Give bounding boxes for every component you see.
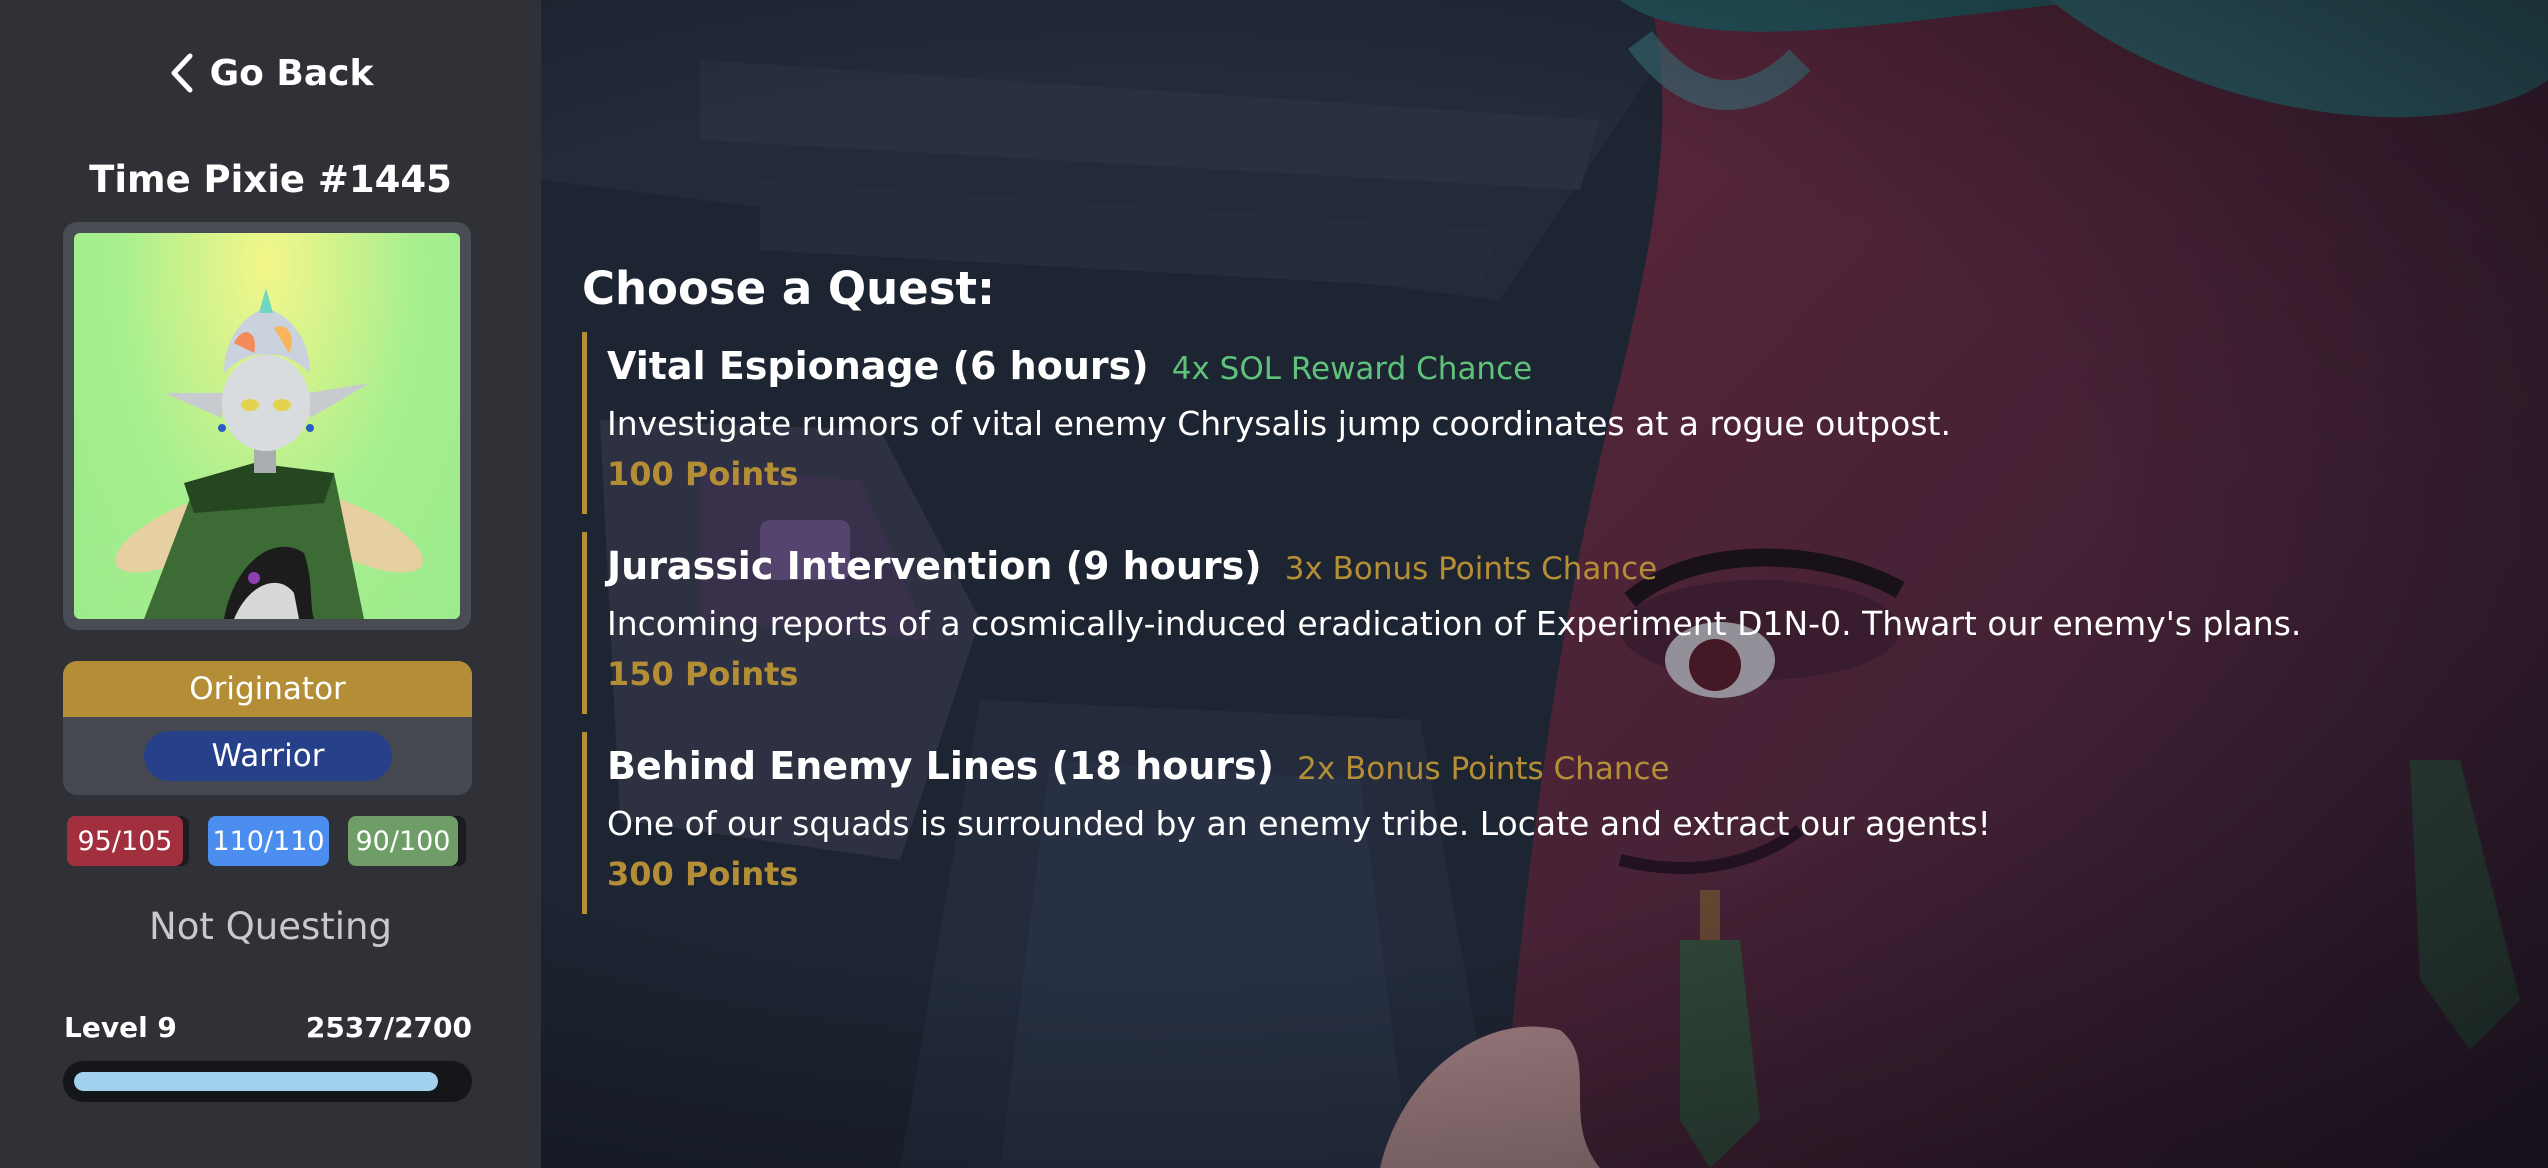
- class-badge: Warrior: [144, 731, 392, 781]
- nft-name: Time Pixie #1445: [89, 158, 452, 201]
- stamina-stat: 90/100: [348, 816, 458, 866]
- quest-points: 100 Points: [607, 455, 799, 493]
- quest-points: 300 Points: [607, 855, 799, 893]
- quest-description: One of our squads is surrounded by an en…: [607, 804, 1991, 843]
- nft-portrait-frame: [63, 222, 471, 630]
- class-box: Originator Warrior: [63, 661, 472, 795]
- quest-option[interactable]: Vital Espionage (6 hours) 4x SOL Reward …: [582, 332, 2287, 514]
- xp-progress-fill: [74, 1072, 438, 1091]
- quest-option[interactable]: Jurassic Intervention (9 hours) 3x Bonus…: [582, 532, 2301, 714]
- quest-status: Not Questing: [149, 905, 392, 948]
- quest-heading: Choose a Quest:: [582, 262, 995, 315]
- mana-stat: 110/110: [208, 816, 329, 866]
- level-label: Level 9: [64, 1011, 177, 1044]
- quest-bonus: 3x Bonus Points Chance: [1284, 551, 1658, 587]
- quest-bonus: 2x Bonus Points Chance: [1297, 751, 1670, 787]
- chevron-left-icon: [171, 53, 193, 93]
- quest-title: Behind Enemy Lines (18 hours): [607, 744, 1275, 788]
- quest-description: Incoming reports of a cosmically-induced…: [607, 604, 2302, 643]
- health-stat: 95/105: [67, 816, 183, 866]
- quest-title: Vital Espionage (6 hours): [607, 344, 1149, 388]
- quest-title: Jurassic Intervention (9 hours): [607, 544, 1262, 588]
- quest-option[interactable]: Behind Enemy Lines (18 hours) 2x Bonus P…: [582, 732, 2287, 914]
- nft-portrait: [74, 233, 460, 619]
- go-back-button[interactable]: Go Back: [0, 42, 541, 104]
- sidebar: Go Back Time Pixie #1445 Originator Warr…: [0, 0, 541, 1168]
- quest-description: Investigate rumors of vital enemy Chrysa…: [607, 404, 1951, 443]
- quest-points: 150 Points: [607, 655, 799, 693]
- go-back-label: Go Back: [209, 52, 374, 94]
- xp-label: 2537/2700: [305, 1011, 472, 1044]
- rank-badge: Originator: [63, 661, 472, 717]
- quest-bonus: 4x SOL Reward Chance: [1171, 351, 1533, 387]
- xp-progress-bar: [63, 1061, 472, 1102]
